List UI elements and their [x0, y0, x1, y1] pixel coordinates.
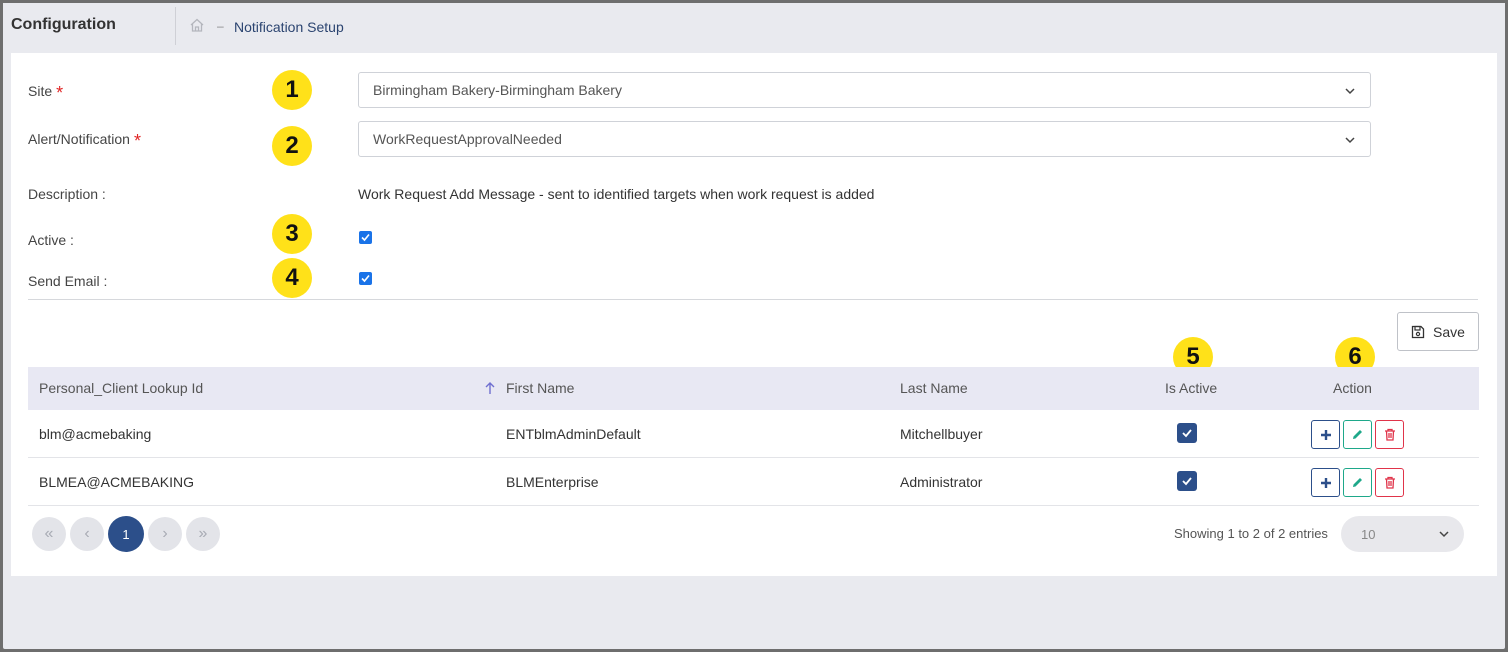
- app-window: Configuration – Notification Setup Site *…: [3, 3, 1505, 649]
- chevron-down-icon: [1345, 88, 1355, 95]
- callout-badge-3: 3: [272, 214, 312, 254]
- column-header-first-name[interactable]: First Name: [506, 380, 574, 396]
- home-icon[interactable]: [189, 17, 205, 33]
- site-select[interactable]: Birmingham Bakery-Birmingham Bakery: [358, 72, 1371, 108]
- chevron-down-icon: [1345, 137, 1355, 144]
- next-page-button[interactable]: ›: [148, 517, 182, 551]
- send-email-label: Send Email :: [28, 273, 108, 289]
- required-marker: *: [133, 131, 141, 151]
- first-page-button[interactable]: «: [32, 517, 66, 551]
- cell-lookup-id: blm@acmebaking: [39, 426, 152, 442]
- active-checkbox[interactable]: [359, 231, 372, 244]
- checkmark-icon: [361, 274, 370, 283]
- topbar-divider: [175, 7, 176, 45]
- chevron-down-icon: [1439, 531, 1449, 538]
- callout-badge-2: 2: [272, 126, 312, 166]
- save-label: Save: [1433, 323, 1465, 340]
- delete-button[interactable]: [1375, 468, 1404, 497]
- save-button[interactable]: Save: [1397, 312, 1479, 351]
- column-header-is-active[interactable]: Is Active: [1165, 380, 1217, 396]
- cell-lookup-id: BLMEA@ACMEBAKING: [39, 474, 195, 490]
- table-header: Personal_Client Lookup Id First Name Las…: [28, 367, 1479, 410]
- notification-setup-card: Site * 1 Birmingham Bakery-Birmingham Bak…: [11, 53, 1497, 576]
- callout-badge-1: 1: [272, 70, 312, 110]
- entries-summary: Showing 1 to 2 of 2 entries: [1174, 526, 1328, 541]
- sort-ascending-icon[interactable]: [484, 381, 496, 395]
- edit-button[interactable]: [1343, 468, 1372, 497]
- plus-icon: [1320, 429, 1331, 440]
- pencil-icon: [1353, 430, 1362, 439]
- save-icon: [1411, 325, 1425, 338]
- send-email-checkbox[interactable]: [359, 272, 372, 285]
- add-button[interactable]: [1311, 468, 1340, 497]
- description-label: Description :: [28, 186, 106, 202]
- table-row: blm@acmebaking ENTblmAdminDefault Mitche…: [28, 410, 1479, 458]
- column-header-lookup-id[interactable]: Personal_Client Lookup Id: [39, 380, 203, 396]
- cell-first-name: ENTblmAdminDefault: [506, 426, 641, 442]
- add-button[interactable]: [1311, 420, 1340, 449]
- cell-last-name: Administrator: [900, 474, 983, 490]
- trash-icon: [1384, 476, 1395, 489]
- top-bar: Configuration – Notification Setup: [3, 3, 1505, 47]
- column-header-last-name[interactable]: Last Name: [900, 380, 968, 396]
- pencil-icon: [1353, 478, 1362, 487]
- page-1-button[interactable]: 1: [108, 516, 144, 552]
- site-label: Site *: [28, 83, 64, 103]
- active-label: Active :: [28, 232, 74, 248]
- column-header-action: Action: [1333, 380, 1372, 396]
- alert-notification-label: Alert/Notification *: [28, 131, 141, 151]
- trash-icon: [1384, 428, 1395, 441]
- is-active-checkbox[interactable]: [1177, 423, 1197, 443]
- checkmark-icon: [1182, 429, 1192, 438]
- section-divider: [28, 299, 1478, 300]
- page-size-select[interactable]: 10: [1341, 516, 1464, 552]
- callout-badge-4: 4: [272, 258, 312, 298]
- last-page-button[interactable]: »: [186, 517, 220, 551]
- page-title: Configuration: [11, 16, 116, 33]
- checkmark-icon: [1182, 477, 1192, 486]
- breadcrumb-current[interactable]: Notification Setup: [234, 19, 344, 35]
- description-value: Work Request Add Message - sent to ident…: [358, 186, 875, 202]
- table-row: BLMEA@ACMEBAKING BLMEnterprise Administr…: [28, 458, 1479, 506]
- page-size-value: 10: [1361, 527, 1376, 542]
- alert-notification-select[interactable]: WorkRequestApprovalNeeded: [358, 121, 1371, 157]
- cell-first-name: BLMEnterprise: [506, 474, 599, 490]
- is-active-checkbox[interactable]: [1177, 471, 1197, 491]
- delete-button[interactable]: [1375, 420, 1404, 449]
- previous-page-button[interactable]: ‹: [70, 517, 104, 551]
- plus-icon: [1320, 477, 1331, 488]
- checkmark-icon: [361, 233, 370, 242]
- cell-last-name: Mitchellbuyer: [900, 426, 983, 442]
- required-marker: *: [56, 83, 64, 103]
- edit-button[interactable]: [1343, 420, 1372, 449]
- breadcrumb-separator: –: [217, 19, 224, 33]
